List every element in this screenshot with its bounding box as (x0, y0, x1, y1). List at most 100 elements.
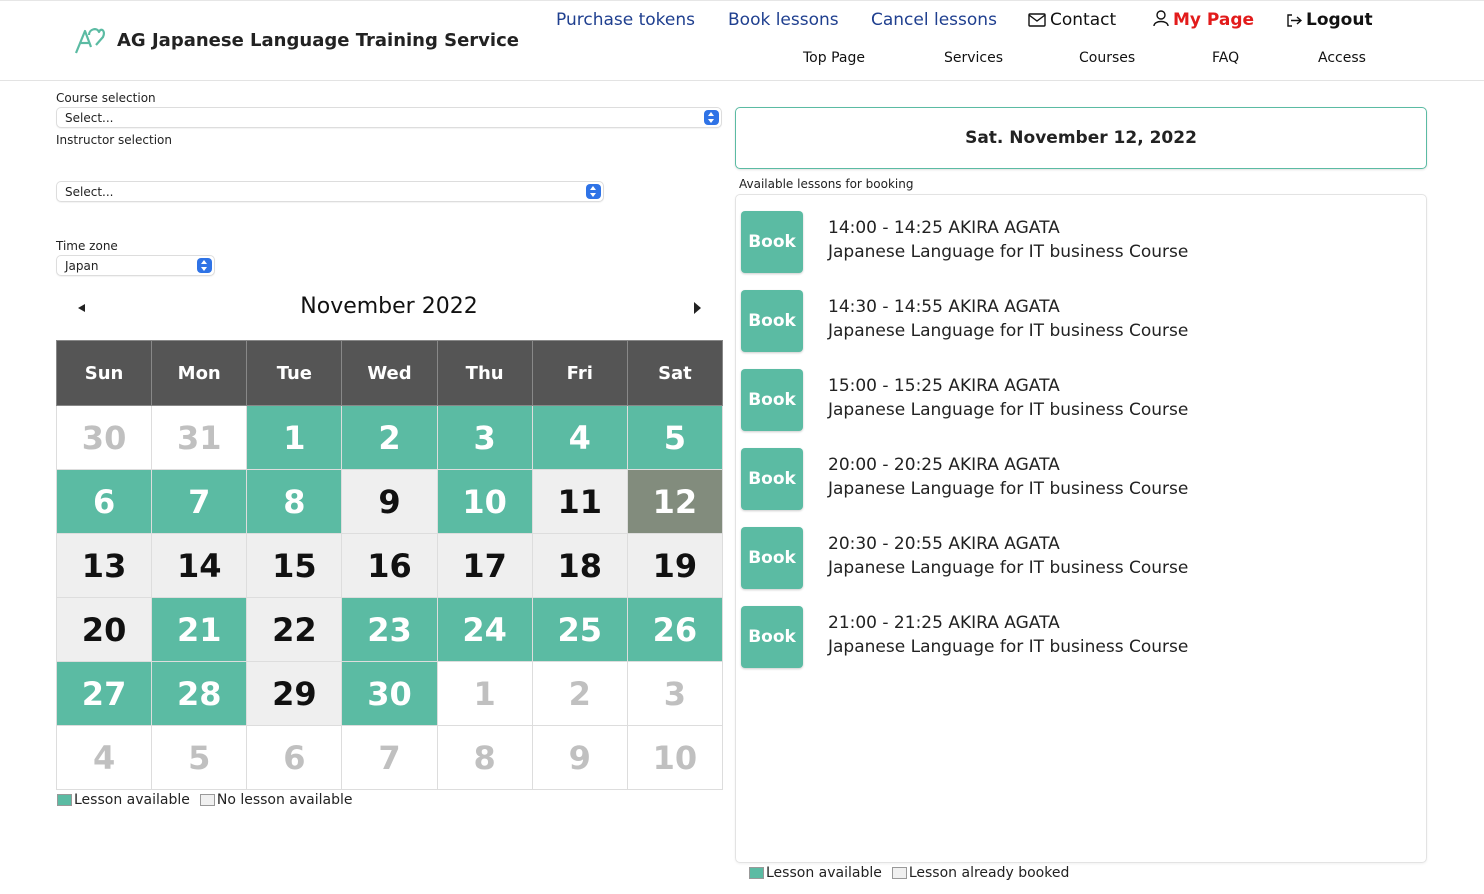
calendar-day: 4 (55, 725, 153, 790)
calendar-day[interactable]: 6 (55, 469, 153, 534)
nav-contact[interactable]: Contact (1028, 10, 1116, 32)
calendar-day[interactable]: 1 (246, 405, 343, 470)
next-month-arrow-icon[interactable] (694, 302, 701, 314)
calendar-day[interactable]: 21 (151, 597, 248, 662)
lesson-time-instructor: 21:00 - 21:25 AKIRA AGATA (828, 613, 1060, 633)
calendar-day[interactable]: 7 (151, 469, 248, 534)
book-button[interactable]: Book (741, 211, 803, 273)
lesson-course-name: Japanese Language for IT business Course (828, 400, 1189, 420)
calendar-day[interactable]: 12 (626, 469, 724, 534)
calendar-day: 13 (55, 533, 153, 598)
calendar-day: 22 (246, 597, 343, 662)
calendar-week-row: 6 7 8 9 10 11 12 (55, 469, 724, 534)
nav-services[interactable]: Services (944, 50, 1003, 66)
calendar-day: 20 (55, 597, 153, 662)
course-select[interactable]: Select... (56, 107, 722, 128)
calendar-weekday-row: Sun Mon Tue Wed Thu Fri Sat (55, 340, 724, 406)
calendar-day[interactable]: 8 (246, 469, 343, 534)
calendar-day[interactable]: 25 (531, 597, 628, 662)
weekday-header: Sun (55, 340, 153, 406)
time-zone-label: Time zone (56, 239, 118, 253)
calendar-day: 10 (626, 725, 724, 790)
select-arrows-icon (586, 184, 601, 199)
lesson-course-name: Japanese Language for IT business Course (828, 321, 1189, 341)
calendar-day: 1 (436, 661, 533, 726)
legend-none-label: No lesson available (216, 792, 353, 808)
calendar-day: 29 (246, 661, 343, 726)
nav-my-page[interactable]: My Page (1153, 10, 1254, 32)
lesson-item: Book 20:30 - 20:55 AKIRA AGATA Japanese La… (741, 527, 1411, 589)
instructor-select[interactable]: Select... (56, 181, 604, 202)
select-arrows-icon (704, 110, 719, 125)
logo[interactable] (72, 25, 106, 55)
nav-faq[interactable]: FAQ (1212, 50, 1239, 66)
calendar-day[interactable]: 23 (341, 597, 438, 662)
calendar-day: 18 (531, 533, 628, 598)
calendar-day: 30 (55, 405, 153, 470)
lesson-time-instructor: 20:30 - 20:55 AKIRA AGATA (828, 534, 1060, 554)
legend-booked-label: Lesson already booked (908, 865, 1070, 881)
weekday-header: Wed (341, 340, 438, 406)
calendar-week-row: 27 28 29 30 1 2 3 (55, 661, 724, 726)
nav-my-page-label: My Page (1173, 10, 1255, 30)
calendar-day: 14 (151, 533, 248, 598)
nav-book-lessons[interactable]: Book lessons (728, 10, 839, 30)
calendar-day: 3 (626, 661, 724, 726)
calendar-day[interactable]: 4 (531, 405, 628, 470)
calendar-day: 11 (531, 469, 628, 534)
calendar-day[interactable]: 28 (151, 661, 248, 726)
lesson-course-name: Japanese Language for IT business Course (828, 479, 1189, 499)
time-zone-select[interactable]: Japan (56, 255, 215, 276)
calendar-day[interactable]: 27 (55, 661, 153, 726)
lesson-item: Book 21:00 - 21:25 AKIRA AGATA Japanese La… (741, 606, 1411, 668)
lesson-time-instructor: 20:00 - 20:25 AKIRA AGATA (828, 455, 1060, 475)
nav-top-page[interactable]: Top Page (803, 50, 865, 66)
logo-icon (74, 28, 106, 54)
calendar-day: 8 (436, 725, 533, 790)
brand-name: AG Japanese Language Training Service (117, 30, 519, 51)
course-selection-label: Course selection (56, 91, 156, 105)
nav-access[interactable]: Access (1318, 50, 1366, 66)
legend-lesson-available-swatch (749, 867, 764, 879)
calendar-day[interactable]: 24 (436, 597, 533, 662)
calendar-body: 30 31 1 2 3 4 5 6 7 8 9 10 11 12 13 14 15 16 17 18 19 20 21 22 2… (55, 405, 724, 790)
course-select-value: Select... (65, 111, 114, 125)
book-button[interactable]: Book (741, 369, 803, 431)
nav-logout-label: Logout (1306, 10, 1373, 30)
calendar-grid: Sun Mon Tue Wed Thu Fri Sat 30 31 1 2 3 4 5 6 7 8 9 10 11 1… (55, 340, 724, 790)
calendar-day[interactable]: 10 (436, 469, 533, 534)
calendar-day: 17 (436, 533, 533, 598)
nav-contact-label: Contact (1050, 10, 1117, 30)
site-header: AG Japanese Language Training Service Pu… (0, 0, 1484, 81)
instructor-selection-label: Instructor selection (56, 133, 172, 147)
calendar-week-row: 30 31 1 2 3 4 5 (55, 405, 724, 470)
weekday-header: Fri (531, 340, 628, 406)
lesson-course-name: Japanese Language for IT business Course (828, 558, 1189, 578)
instructor-select-value: Select... (65, 185, 114, 199)
lesson-time-instructor: 14:00 - 14:25 AKIRA AGATA (828, 218, 1060, 238)
nav-cancel-lessons[interactable]: Cancel lessons (871, 10, 997, 30)
book-button[interactable]: Book (741, 448, 803, 510)
legend-available-swatch (57, 794, 72, 806)
user-icon (1153, 10, 1169, 32)
nav-logout[interactable]: Logout (1287, 10, 1373, 32)
nav-purchase-tokens[interactable]: Purchase tokens (556, 10, 695, 30)
nav-courses[interactable]: Courses (1079, 50, 1135, 66)
book-button[interactable]: Book (741, 290, 803, 352)
calendar-day: 19 (626, 533, 724, 598)
book-button[interactable]: Book (741, 527, 803, 589)
calendar-day[interactable]: 3 (436, 405, 533, 470)
calendar-day[interactable]: 30 (341, 661, 438, 726)
calendar-day: 15 (246, 533, 343, 598)
calendar-day[interactable]: 26 (626, 597, 724, 662)
calendar-day[interactable]: 2 (341, 405, 438, 470)
lesson-item: Book 14:30 - 14:55 AKIRA AGATA Japanese La… (741, 290, 1411, 352)
lesson-item: Book 15:00 - 15:25 AKIRA AGATA Japanese La… (741, 369, 1411, 431)
legend-lesson-available-label: Lesson available (766, 865, 882, 881)
calendar-day[interactable]: 5 (626, 405, 724, 470)
calendar-legend: Lesson available No lesson available (57, 792, 353, 808)
book-button[interactable]: Book (741, 606, 803, 668)
calendar-week-row: 4 5 6 7 8 9 10 (55, 725, 724, 790)
time-zone-select-value: Japan (65, 259, 99, 273)
legend-none-swatch (199, 794, 215, 806)
